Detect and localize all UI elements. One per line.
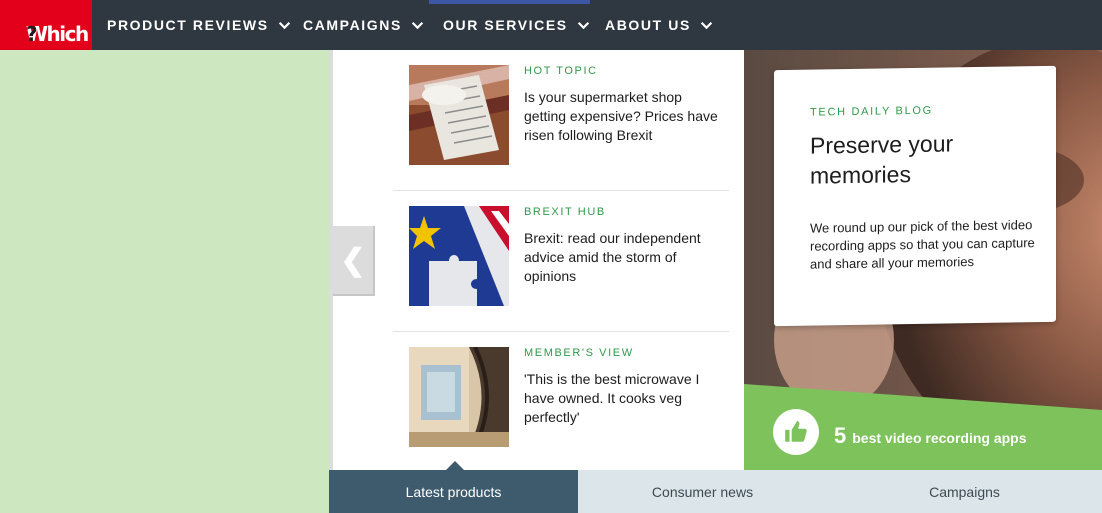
chevron-down-icon xyxy=(278,21,290,29)
tab-label: Consumer news xyxy=(651,483,754,500)
article-headline[interactable]: Brexit: read our independent advice amid… xyxy=(524,229,724,286)
hero-kicker: TECH DAILY BLOG xyxy=(810,104,933,119)
which-logo[interactable]: Which? xyxy=(0,0,92,50)
logo-question-mark: ? xyxy=(26,22,38,46)
carousel-prev-button[interactable]: ❮ xyxy=(333,226,375,296)
receipt-thumbnail[interactable] xyxy=(409,65,509,165)
nav-item-label: PRODUCT REVIEWS xyxy=(107,17,269,33)
tab-latest-products[interactable]: Latest products xyxy=(329,470,578,513)
tab-consumer-news[interactable]: Consumer news xyxy=(578,470,827,513)
brexit-puzzle-thumbnail[interactable] xyxy=(409,206,509,306)
active-tab-notch xyxy=(446,461,464,470)
nav-item-our-services[interactable]: OUR SERVICES xyxy=(443,0,590,50)
nav-item-campaigns[interactable]: CAMPAIGNS xyxy=(303,0,424,50)
hero-card[interactable]: TECH DAILY BLOG Preserve your memories W… xyxy=(774,65,1056,327)
divider xyxy=(393,190,729,191)
chevron-left-icon: ❮ xyxy=(340,243,366,277)
tab-label: Latest products xyxy=(405,483,502,500)
article-headline[interactable]: Is your supermarket shop getting expensi… xyxy=(524,88,724,145)
article-card-hot-topic[interactable]: HOT TOPIC Is your supermarket shop getti… xyxy=(393,65,729,165)
tab-campaigns[interactable]: Campaigns xyxy=(827,470,1102,513)
nav-item-product-reviews[interactable]: PRODUCT REVIEWS xyxy=(107,0,291,50)
nav-item-label: OUR SERVICES xyxy=(443,17,568,33)
microwave-thumbnail[interactable] xyxy=(409,347,509,447)
article-card-brexit-hub[interactable]: BREXIT HUB Brexit: read our independent … xyxy=(393,206,729,306)
nav-item-label: ABOUT US xyxy=(605,17,691,33)
hero-description: We round up our pick of the best video r… xyxy=(810,217,1035,272)
divider xyxy=(393,331,729,332)
thumbs-up-icon xyxy=(773,409,819,455)
promo-number: 5 xyxy=(834,423,847,448)
tab-label: Campaigns xyxy=(929,483,1000,500)
article-card-members-view[interactable]: MEMBER'S VIEW 'This is the best microwav… xyxy=(393,347,729,447)
chevron-down-icon xyxy=(700,21,713,29)
nav-item-label: CAMPAIGNS xyxy=(303,17,402,33)
chevron-down-icon xyxy=(411,21,424,29)
article-list: HOT TOPIC Is your supermarket shop getti… xyxy=(333,50,744,470)
chevron-down-icon xyxy=(577,21,589,29)
top-navigation: Which? PRODUCT REVIEWS CAMPAIGNS OUR SER… xyxy=(0,0,1102,50)
article-kicker: HOT TOPIC xyxy=(524,65,598,77)
promo-label: best video recording apps xyxy=(852,430,1027,446)
tab-bar: Latest products Consumer news Campaigns xyxy=(329,470,1102,513)
article-kicker: MEMBER'S VIEW xyxy=(524,347,634,359)
article-headline[interactable]: 'This is the best microwave I have owned… xyxy=(524,370,724,427)
article-kicker: BREXIT HUB xyxy=(524,206,606,218)
side-panel xyxy=(0,50,329,513)
nav-item-about-us[interactable]: ABOUT US xyxy=(605,0,713,50)
hero-title[interactable]: Preserve your memories xyxy=(810,127,1030,190)
promo-link[interactable]: 5 best video recording apps xyxy=(834,423,1027,449)
